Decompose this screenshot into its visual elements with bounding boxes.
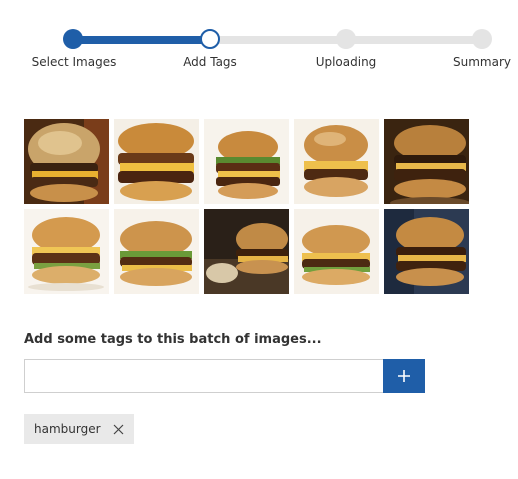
image-thumbnail[interactable] [384,119,469,204]
hamburger-image [114,119,199,204]
progress-stepper: Select Images Add Tags Uploading Summary [0,0,518,80]
step-summary-dot [472,29,492,49]
image-thumbnail[interactable] [294,119,379,204]
tag-chip-label: hamburger [34,422,101,436]
hamburger-image [384,119,469,204]
image-thumbnail[interactable] [24,119,109,204]
step-select-images-label: Select Images [31,55,117,69]
hamburger-image [294,119,379,204]
hamburger-image [294,209,379,294]
add-tag-button[interactable] [383,359,425,393]
step-select-images-dot [63,29,83,49]
plus-icon [397,369,411,383]
hamburger-image [24,209,109,294]
hamburger-image [204,209,289,294]
tag-input[interactable] [24,359,383,393]
hamburger-image [384,209,469,294]
stepper-track-completed [73,36,210,44]
tag-prompt-label: Add some tags to this batch of images... [24,332,322,347]
image-thumbnail[interactable] [384,209,469,294]
hamburger-image [24,119,109,204]
step-add-tags-label: Add Tags [183,55,237,69]
step-uploading-dot [336,29,356,49]
image-thumbnail[interactable] [114,209,199,294]
image-thumbnail[interactable] [204,119,289,204]
tag-chip: hamburger [24,414,134,444]
image-thumbnail[interactable] [114,119,199,204]
image-thumbnail[interactable] [24,209,109,294]
step-uploading-label: Uploading [315,55,377,69]
step-add-tags-dot [200,29,220,49]
close-icon[interactable] [113,424,124,435]
step-summary-label: Summary [453,55,511,69]
hamburger-image [204,119,289,204]
image-thumbnail[interactable] [294,209,379,294]
image-thumbnail[interactable] [204,209,289,294]
hamburger-image [114,209,199,294]
